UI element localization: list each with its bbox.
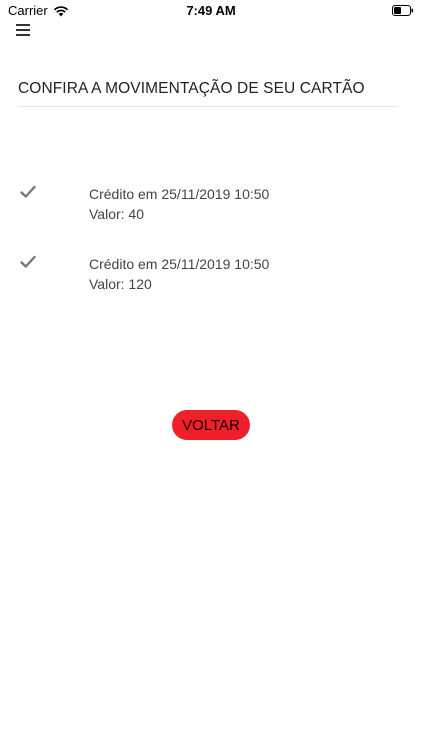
menu-bar-bottom xyxy=(16,34,30,36)
transaction-list: Crédito em 25/11/2019 10:50 Valor: 40 Cr… xyxy=(0,180,422,320)
transaction-description: Crédito em 25/11/2019 10:50 xyxy=(89,186,270,202)
hamburger-menu-icon[interactable] xyxy=(16,24,30,36)
back-button[interactable]: VOLTAR xyxy=(172,410,250,440)
checkmark-icon xyxy=(20,185,36,198)
clock: 7:49 AM xyxy=(186,3,236,18)
transaction-amount: Valor: 120 xyxy=(89,276,152,292)
transaction-amount: Valor: 40 xyxy=(89,206,144,222)
page-title: CONFIRA A MOVIMENTAÇÃO DE SEU CARTÃO xyxy=(18,80,365,97)
menu-bar-middle xyxy=(16,29,30,31)
checkmark-icon xyxy=(20,255,36,268)
battery-icon xyxy=(392,5,414,16)
transaction-description: Crédito em 25/11/2019 10:50 xyxy=(89,256,270,272)
transaction-details: Crédito em 25/11/2019 10:50 Valor: 120 xyxy=(89,254,269,294)
transaction-details: Crédito em 25/11/2019 10:50 Valor: 40 xyxy=(89,184,269,224)
transaction-item: Crédito em 25/11/2019 10:50 Valor: 120 xyxy=(0,250,422,320)
menu-bar-top xyxy=(16,24,30,26)
transaction-item: Crédito em 25/11/2019 10:50 Valor: 40 xyxy=(0,180,422,250)
status-bar: Carrier 7:49 AM xyxy=(0,0,422,22)
title-divider xyxy=(18,106,398,107)
